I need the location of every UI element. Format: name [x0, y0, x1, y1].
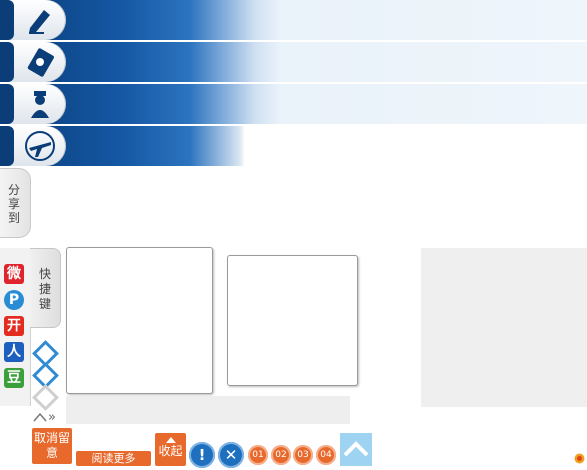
banner-row-guide[interactable]: [0, 84, 587, 124]
banner-bar: [0, 126, 587, 166]
collapse-button[interactable]: 收起: [155, 433, 186, 466]
alert-button[interactable]: !: [189, 442, 215, 468]
content-box: [227, 255, 358, 386]
shortcut-tab-label: 快捷键: [39, 267, 52, 311]
page-01-button[interactable]: 01: [248, 445, 268, 465]
passport-icon: [27, 48, 54, 77]
banner-bar: [0, 42, 587, 82]
pencil-icon: [29, 10, 50, 34]
close-button[interactable]: ✕: [218, 442, 244, 468]
chevron-up-icon[interactable]: [33, 412, 47, 422]
share-tab[interactable]: 分享到: [0, 168, 31, 238]
person-icon: [31, 91, 49, 118]
shortcut-tab[interactable]: 快捷键: [30, 248, 61, 328]
collapse-label: 收起: [158, 444, 183, 458]
read-more-button[interactable]: 阅读更多: [76, 451, 151, 466]
social-share-column: 微 P 开 人 豆: [0, 248, 31, 406]
bottom-strip: [66, 396, 350, 424]
banner-row-flight[interactable]: [0, 126, 587, 166]
next-arrows[interactable]: »: [48, 410, 56, 425]
back-to-top-button[interactable]: [340, 433, 372, 466]
diamond-icon[interactable]: [32, 384, 59, 411]
banner-bar: [0, 84, 587, 124]
douban-icon[interactable]: 豆: [4, 368, 24, 388]
chevron-up-icon: [343, 441, 369, 457]
share-tab-label: 分享到: [8, 183, 21, 225]
page-02-button[interactable]: 02: [271, 445, 291, 465]
banner-bar: [0, 0, 587, 40]
cancel-follow-button[interactable]: 取消留意: [32, 428, 72, 464]
page-03-button[interactable]: 03: [293, 445, 313, 465]
side-panel: [421, 248, 587, 407]
status-dot-icon: [574, 453, 585, 464]
page-04-button[interactable]: 04: [316, 445, 336, 465]
renren-icon[interactable]: 人: [4, 342, 24, 362]
content-box: [66, 247, 213, 394]
banner-row-passport[interactable]: [0, 42, 587, 82]
weibo-icon[interactable]: 微: [4, 264, 24, 284]
tencent-weibo-icon[interactable]: P: [4, 290, 24, 310]
airplane-icon: [25, 131, 55, 161]
kaixin-icon[interactable]: 开: [4, 316, 24, 336]
banner-row-edit[interactable]: [0, 0, 587, 40]
